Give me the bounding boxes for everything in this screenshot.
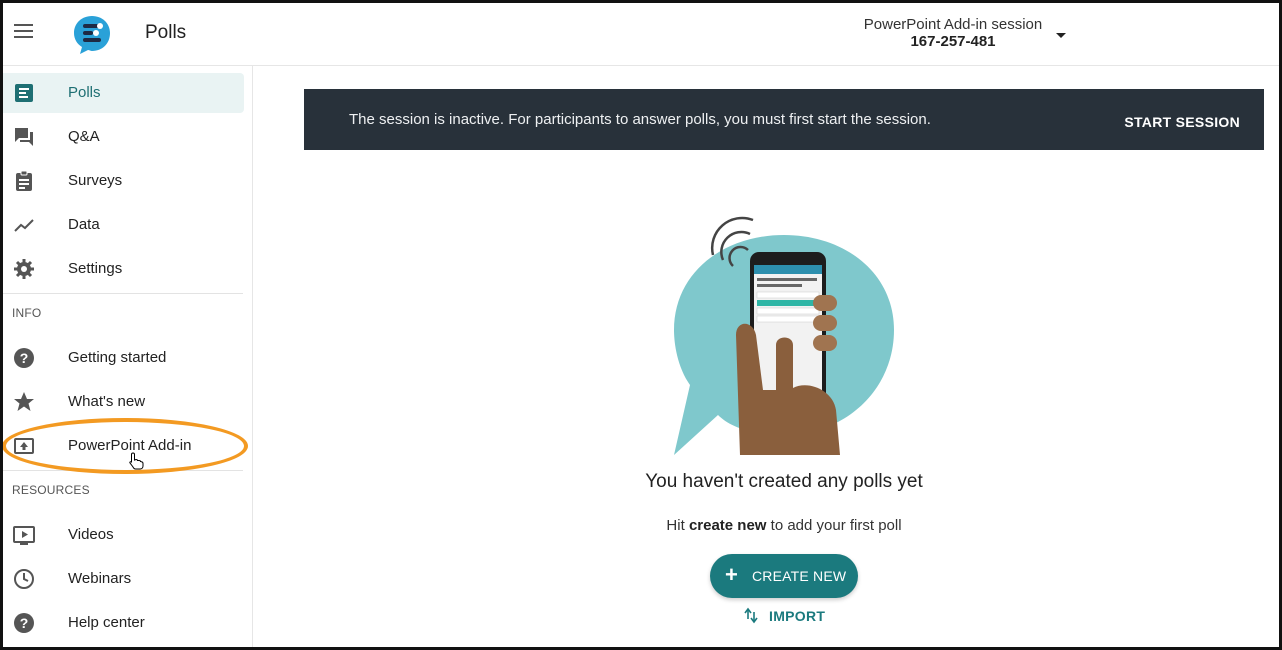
hand-cursor-icon	[129, 452, 144, 470]
sidebar-item-videos[interactable]: Videos	[3, 515, 244, 555]
plus-icon: +	[725, 562, 738, 587]
session-name: PowerPoint Add-in session	[863, 16, 1043, 33]
sidebar-item-label: Data	[68, 216, 100, 233]
import-label: IMPORT	[769, 608, 826, 624]
sidebar-item-polls[interactable]: Polls	[3, 73, 244, 113]
help-icon: ?	[14, 348, 34, 368]
app-logo	[74, 16, 110, 54]
help-icon: ?	[14, 613, 34, 633]
empty-state-title: You haven't created any polls yet	[645, 471, 923, 492]
page-title: Polls	[145, 22, 187, 43]
sidebar-item-webinars[interactable]: Webinars	[3, 559, 244, 599]
top-bar: Polls PowerPoint Add-in session 167-257-…	[3, 3, 1279, 66]
sidebar-item-qa[interactable]: Q&A	[3, 117, 244, 157]
gear-icon	[14, 259, 34, 279]
sidebar-item-label: Help center	[68, 614, 145, 631]
sidebar-item-data[interactable]: Data	[3, 205, 244, 245]
clipboard-icon	[16, 170, 32, 191]
sidebar-item-label: Webinars	[68, 570, 132, 587]
sidebar-item-label: Getting started	[68, 349, 167, 366]
svg-text:?: ?	[20, 615, 29, 631]
chat-icon	[15, 128, 33, 146]
subtitle-emphasis: create new	[688, 517, 767, 534]
empty-state-illustration	[674, 216, 894, 455]
empty-state-subtitle: Hit create new to add your first poll	[580, 517, 988, 534]
sidebar-item-help-center[interactable]: ? Help center	[3, 603, 244, 643]
sidebar-item-getting-started[interactable]: ? Getting started	[3, 338, 244, 378]
sidebar-item-label: Settings	[68, 260, 123, 277]
section-heading-resources: RESOURCES	[12, 483, 90, 497]
subtitle-suffix: to add your first poll	[770, 517, 902, 534]
sidebar-item-label: Videos	[68, 526, 114, 543]
create-new-button[interactable]: + CREATE NEW	[710, 554, 858, 598]
sidebar: Polls Q&A Surveys Data Settings INFO ? G…	[3, 66, 253, 647]
sidebar-item-label: What's new	[68, 393, 146, 410]
video-icon	[13, 526, 35, 545]
sidebar-divider	[3, 293, 243, 294]
chevron-down-icon[interactable]	[1056, 33, 1066, 38]
banner-message: The session is inactive. For participant…	[349, 111, 931, 128]
inactive-session-banner: The session is inactive. For participant…	[304, 89, 1264, 150]
create-new-label: CREATE NEW	[752, 568, 847, 584]
upload-box-icon	[14, 438, 34, 454]
menu-icon[interactable]	[14, 24, 34, 42]
sidebar-item-powerpoint-addin[interactable]: PowerPoint Add-in	[3, 426, 244, 466]
section-heading-info: INFO	[12, 306, 42, 320]
trend-icon	[14, 219, 34, 232]
start-session-button[interactable]: START SESSION	[1124, 114, 1240, 130]
session-id: 167-257-481	[910, 33, 996, 50]
clock-icon	[14, 569, 34, 589]
sidebar-item-settings[interactable]: Settings	[3, 249, 244, 289]
sidebar-item-whats-new[interactable]: What's new	[3, 382, 244, 422]
sidebar-divider	[3, 470, 243, 471]
swap-vertical-icon	[744, 607, 758, 624]
polls-icon	[15, 84, 33, 102]
star-icon	[14, 392, 34, 411]
svg-text:?: ?	[20, 350, 29, 366]
sidebar-item-label: Q&A	[68, 128, 100, 145]
sidebar-item-label: Polls	[68, 84, 101, 101]
sidebar-item-surveys[interactable]: Surveys	[3, 161, 244, 201]
sidebar-item-label: Surveys	[68, 172, 123, 189]
session-selector[interactable]: PowerPoint Add-in session 167-257-481	[853, 16, 1053, 50]
subtitle-prefix: Hit	[666, 517, 685, 534]
